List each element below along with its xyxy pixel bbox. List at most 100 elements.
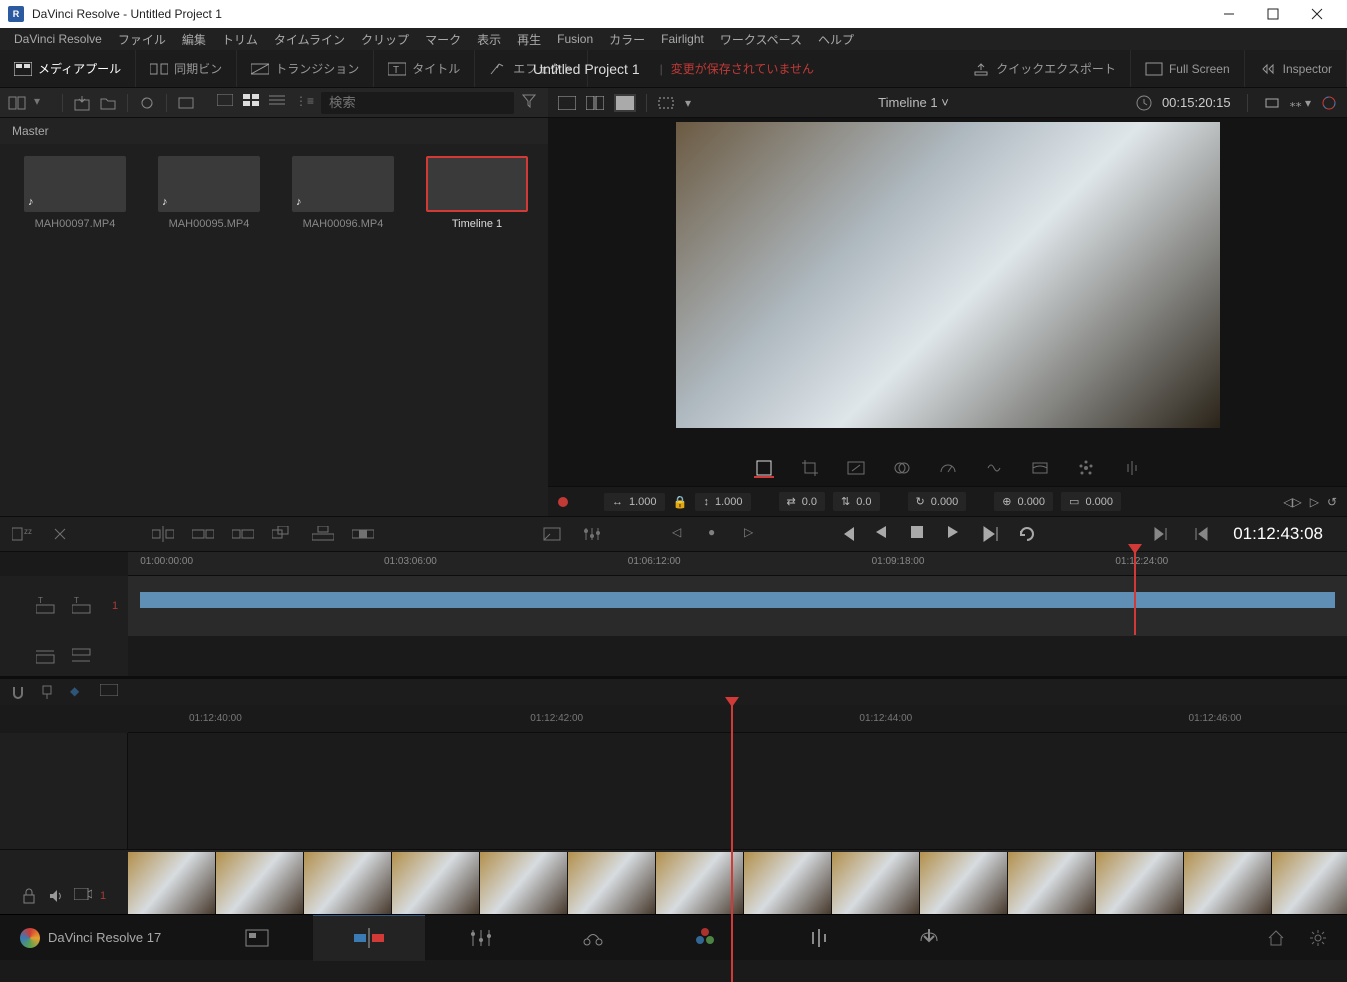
viewer-mode-2-icon[interactable] bbox=[586, 96, 604, 110]
smart-insert-icon[interactable] bbox=[152, 526, 172, 542]
import-media-icon[interactable] bbox=[73, 94, 91, 112]
safe-area-icon[interactable] bbox=[657, 96, 675, 110]
bin-list-icon[interactable] bbox=[8, 94, 26, 112]
track-header-icon-2[interactable]: T bbox=[72, 597, 92, 615]
zoom-width-input[interactable]: ↔ 1.000 bbox=[604, 493, 665, 511]
media-clip-selected[interactable]: Timeline 1 bbox=[426, 156, 528, 230]
go-end-icon[interactable] bbox=[1153, 526, 1173, 542]
sort-icon[interactable]: ⋮≡ bbox=[295, 94, 313, 112]
close-button[interactable] bbox=[1295, 0, 1339, 28]
page-fairlight[interactable] bbox=[761, 915, 873, 961]
color-icon[interactable] bbox=[1321, 95, 1337, 111]
zoom-height-input[interactable]: ↕ 1.000 bbox=[695, 493, 750, 511]
media-pool-button[interactable]: メディアプール bbox=[0, 50, 136, 87]
bypass-icon[interactable] bbox=[1264, 95, 1280, 111]
close-up-icon[interactable] bbox=[272, 526, 292, 542]
page-edit[interactable] bbox=[425, 915, 537, 961]
lock-track-icon[interactable] bbox=[22, 888, 38, 904]
menu-trim[interactable]: トリム bbox=[216, 29, 264, 50]
viewer-mode-3-icon[interactable] bbox=[614, 94, 636, 112]
view-thumb-icon[interactable] bbox=[243, 94, 261, 112]
color-tool-icon[interactable] bbox=[1076, 458, 1096, 478]
split-icon[interactable] bbox=[52, 526, 72, 542]
stabilize-icon[interactable] bbox=[984, 458, 1004, 478]
menu-playback[interactable]: 再生 bbox=[511, 29, 547, 50]
view-list-icon[interactable] bbox=[269, 94, 287, 112]
play-tool-icon[interactable]: ▷ bbox=[1310, 495, 1319, 509]
source-overwrite-icon[interactable] bbox=[352, 526, 372, 542]
ripple-icon[interactable] bbox=[232, 526, 252, 542]
stop-icon[interactable] bbox=[910, 525, 928, 543]
home-icon[interactable] bbox=[1267, 929, 1285, 947]
rotation-input[interactable]: ↻ 0.000 bbox=[908, 492, 967, 511]
flag-icon[interactable]: ◆ bbox=[70, 684, 86, 700]
detail-ruler[interactable]: 01:12:40:00 01:12:42:00 01:12:44:00 01:1… bbox=[128, 705, 1347, 733]
menu-davinci[interactable]: DaVinci Resolve bbox=[8, 30, 108, 48]
resolution-icon[interactable] bbox=[177, 94, 195, 112]
chevron-down-icon[interactable]: ▾ bbox=[685, 96, 691, 110]
reset-icon[interactable]: ↺ bbox=[1327, 495, 1337, 509]
media-clip[interactable]: ♪MAH00096.MP4 bbox=[292, 156, 394, 230]
menu-file[interactable]: ファイル bbox=[112, 29, 172, 50]
full-screen-button[interactable]: Full Screen bbox=[1131, 50, 1245, 87]
menu-mark[interactable]: マーク bbox=[419, 29, 467, 50]
flip-h-icon[interactable]: ◁▷ bbox=[1283, 495, 1301, 509]
track-header-icon-1[interactable]: T bbox=[36, 597, 56, 615]
chevron-down-icon[interactable]: ▾ bbox=[34, 94, 52, 112]
next-icon[interactable] bbox=[982, 525, 1000, 543]
page-color[interactable] bbox=[649, 915, 761, 961]
composite-icon[interactable] bbox=[892, 458, 912, 478]
transform-tool-icon[interactable] bbox=[754, 458, 774, 478]
video-track-icon[interactable] bbox=[74, 888, 90, 904]
dynamic-zoom-icon[interactable] bbox=[846, 458, 866, 478]
menu-help[interactable]: ヘルプ bbox=[812, 29, 860, 50]
prev-icon[interactable] bbox=[874, 525, 892, 543]
media-clip[interactable]: ♪MAH00097.MP4 bbox=[24, 156, 126, 230]
detail-playhead[interactable] bbox=[731, 705, 733, 982]
search-input[interactable] bbox=[321, 92, 514, 114]
current-timecode[interactable]: 01:12:43:08 bbox=[1233, 524, 1323, 544]
viewer-canvas[interactable] bbox=[676, 122, 1220, 428]
menu-clip[interactable]: クリップ bbox=[355, 29, 415, 50]
speed-icon[interactable] bbox=[938, 458, 958, 478]
maximize-button[interactable] bbox=[1251, 0, 1295, 28]
anchor-y-input[interactable]: ▭ 0.000 bbox=[1061, 492, 1121, 511]
track-header-icon-4[interactable] bbox=[72, 647, 92, 665]
go-first-icon[interactable] bbox=[1193, 526, 1213, 542]
overview-track[interactable]: 1 bbox=[128, 576, 1347, 636]
audio-tool-icon[interactable] bbox=[1122, 458, 1142, 478]
mute-track-icon[interactable] bbox=[48, 888, 64, 904]
page-media[interactable] bbox=[201, 915, 313, 961]
track-header-icon-3[interactable] bbox=[36, 647, 56, 665]
title-button[interactable]: T タイトル bbox=[374, 50, 475, 87]
master-bin-label[interactable]: Master bbox=[0, 118, 548, 144]
options-icon[interactable]: ⁎⁎ ▾ bbox=[1290, 96, 1311, 110]
jog-left-icon[interactable]: ◁ bbox=[672, 525, 690, 543]
settings-icon[interactable] bbox=[1309, 929, 1327, 947]
anchor-x-input[interactable]: ⊕ 0.000 bbox=[994, 492, 1053, 511]
view-strip-icon[interactable] bbox=[217, 94, 235, 112]
menu-timeline[interactable]: タイムライン bbox=[268, 29, 351, 50]
menu-color[interactable]: カラー bbox=[603, 29, 651, 50]
menu-view[interactable]: 表示 bbox=[471, 29, 507, 50]
loop-icon[interactable] bbox=[1018, 525, 1036, 543]
sync-icon[interactable] bbox=[138, 94, 156, 112]
media-clip[interactable]: ♪MAH00095.MP4 bbox=[158, 156, 260, 230]
mixer-icon[interactable] bbox=[582, 526, 602, 542]
snap-icon[interactable] bbox=[10, 684, 26, 700]
minimize-button[interactable] bbox=[1207, 0, 1251, 28]
overview-clip[interactable] bbox=[140, 592, 1335, 608]
timeline-name-dropdown[interactable]: Timeline 1 ˅ bbox=[878, 95, 949, 110]
inspector-button[interactable]: Inspector bbox=[1245, 50, 1347, 87]
menu-edit[interactable]: 編集 bbox=[176, 29, 212, 50]
place-on-top-icon[interactable] bbox=[312, 526, 332, 542]
play-icon[interactable] bbox=[946, 525, 964, 543]
jog-right-icon[interactable]: ▷ bbox=[744, 525, 762, 543]
page-fusion[interactable] bbox=[537, 915, 649, 961]
pos-y-input[interactable]: ⇅ 0.0 bbox=[833, 492, 880, 511]
video-only-icon[interactable] bbox=[100, 684, 116, 700]
viewer-mode-1-icon[interactable] bbox=[558, 96, 576, 110]
menu-workspace[interactable]: ワークスペース bbox=[714, 29, 808, 50]
quick-export-button[interactable]: クイックエクスポート bbox=[958, 50, 1131, 87]
page-deliver[interactable] bbox=[873, 915, 985, 961]
